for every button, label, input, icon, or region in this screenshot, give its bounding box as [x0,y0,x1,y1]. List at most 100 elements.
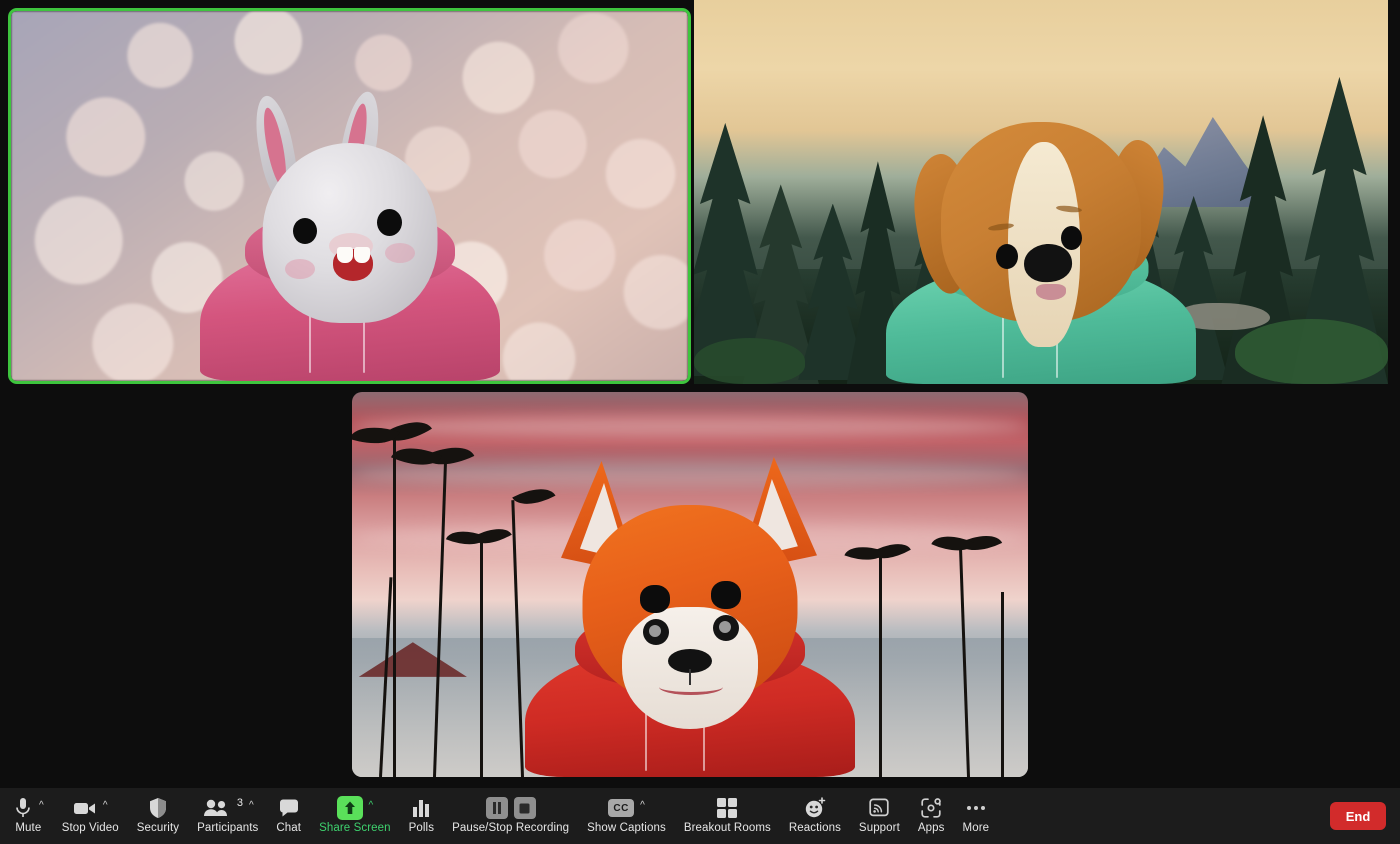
toolbar-button-apps[interactable]: Apps [909,788,954,844]
chevron-up-icon-video[interactable]: ^ [103,801,108,811]
rabbit-eye-left [293,218,317,244]
toolbar-label-share-screen: Share Screen [319,822,391,835]
pause-recording-button[interactable] [486,797,508,819]
toolbar-label-breakout-rooms: Breakout Rooms [684,822,771,835]
toolbar-button-chat[interactable]: Chat [267,788,310,844]
toolbar-label-participants: Participants [197,822,258,835]
chevron-up-icon-mute[interactable]: ^ [39,801,44,811]
toolbar-button-more[interactable]: More [954,788,999,844]
dog-avatar [876,84,1206,384]
toolbar-label-apps: Apps [918,822,945,835]
toolbar-button-show-captions[interactable]: CC ^ Show Captions [578,788,675,844]
dog-video-feed [694,0,1388,384]
more-ellipsis-icon [967,806,985,810]
video-camera-icon [73,799,97,817]
ellipsis-dot [974,806,978,810]
end-meeting-button[interactable]: End [1330,802,1386,830]
microphone-icon [13,797,33,819]
toolbar-label-chat: Chat [276,822,301,835]
more-icon-group [967,797,985,819]
ellipsis-dot [981,806,985,810]
video-tile-dog[interactable] [694,0,1388,384]
toolbar-label-show-captions: Show Captions [587,822,666,835]
bush [694,338,805,384]
cloud-band [352,415,1028,437]
toolbar-label-security: Security [137,822,179,835]
meeting-toolbar: ^ Mute ^ Stop Video [0,788,1400,844]
chat-icon-group [278,797,300,819]
share-screen-icon-group: ^ [337,797,374,819]
participants-count-badge: 3 [237,797,243,809]
dog-mouth [1036,284,1066,300]
toolbar-button-security[interactable]: Security [128,788,188,844]
ellipsis-dot [967,806,971,810]
fox-eye-left [640,585,670,613]
toolbar-label-stop-video: Stop Video [62,822,119,835]
fox-eye-lower-right-highlight [719,621,731,633]
reactions-smiley-icon [804,797,826,819]
reactions-icon-group [804,797,826,819]
fox-video-feed [352,392,1028,777]
polls-bars-icon [411,798,431,818]
share-screen-icon [337,796,363,820]
video-tile-fox[interactable] [352,392,1028,777]
zoom-meeting-window: ^ Mute ^ Stop Video [0,0,1400,844]
dog-eye-left [996,244,1018,269]
stop-recording-button[interactable] [514,797,536,819]
toolbar-label-polls: Polls [409,822,434,835]
participants-icon-group: 3 ^ [202,797,254,819]
security-icon-group [148,797,168,819]
toolbar-button-reactions[interactable]: Reactions [780,788,850,844]
toolbar-label-reactions: Reactions [789,822,841,835]
palm-trunk [879,554,882,777]
support-icon-group [868,797,890,819]
palm-trunk [393,438,396,777]
support-screen-icon [868,798,890,818]
rabbit-tooth-right [354,247,370,263]
palm-trunk [480,538,483,777]
closed-captions-icon: CC [608,799,634,817]
toolbar-controls: ^ Mute ^ Stop Video [0,788,1330,844]
toolbar-label-recording: Pause/Stop Recording [452,822,569,835]
rabbit-tooth-left [337,247,353,263]
video-tile-rabbit[interactable] [8,8,691,384]
chevron-up-icon-share[interactable]: ^ [369,801,374,811]
toolbar-button-breakout-rooms[interactable]: Breakout Rooms [675,788,780,844]
chevron-up-icon-captions[interactable]: ^ [640,801,645,811]
rabbit-video-feed [11,11,688,381]
toolbar-button-mute[interactable]: ^ Mute [4,788,53,844]
chevron-up-icon-participants[interactable]: ^ [249,801,254,811]
toolbar-label-more: More [963,822,990,835]
dog-drawstring-left [1002,316,1004,378]
toolbar-button-support[interactable]: Support [850,788,909,844]
toolbar-button-share-screen[interactable]: ^ Share Screen [310,788,400,844]
participants-icon [202,799,230,817]
fox-eye-right [711,581,741,609]
pause-stop-recording-icon [486,797,536,819]
rabbit-avatar [185,91,515,381]
toolbar-button-participants[interactable]: 3 ^ Participants [188,788,267,844]
mute-icon-group: ^ [13,797,44,819]
rabbit-cheek-right [385,243,415,263]
palm-trunk [1001,592,1004,777]
rabbit-eye-right [377,209,402,236]
breakout-rooms-grid-icon [716,797,738,819]
shield-icon [148,797,168,819]
bush [1235,319,1388,384]
toolbar-button-polls[interactable]: Polls [400,788,443,844]
fox-eye-lower-left-highlight [649,625,661,637]
chat-bubble-icon [278,798,300,818]
fox-mouth [659,679,723,695]
captions-icon-group: CC ^ [608,797,645,819]
video-gallery [0,0,1400,788]
toolbar-button-recording[interactable]: Pause/Stop Recording [443,788,578,844]
breakout-icon-group [716,797,738,819]
video-icon-group: ^ [73,797,108,819]
polls-icon-group [411,797,431,819]
apps-icon-group [920,797,942,819]
toolbar-label-support: Support [859,822,900,835]
apps-icon [920,797,942,819]
toolbar-button-stop-video[interactable]: ^ Stop Video [53,788,128,844]
toolbar-label-mute: Mute [15,822,41,835]
end-button-container: End [1330,802,1400,830]
